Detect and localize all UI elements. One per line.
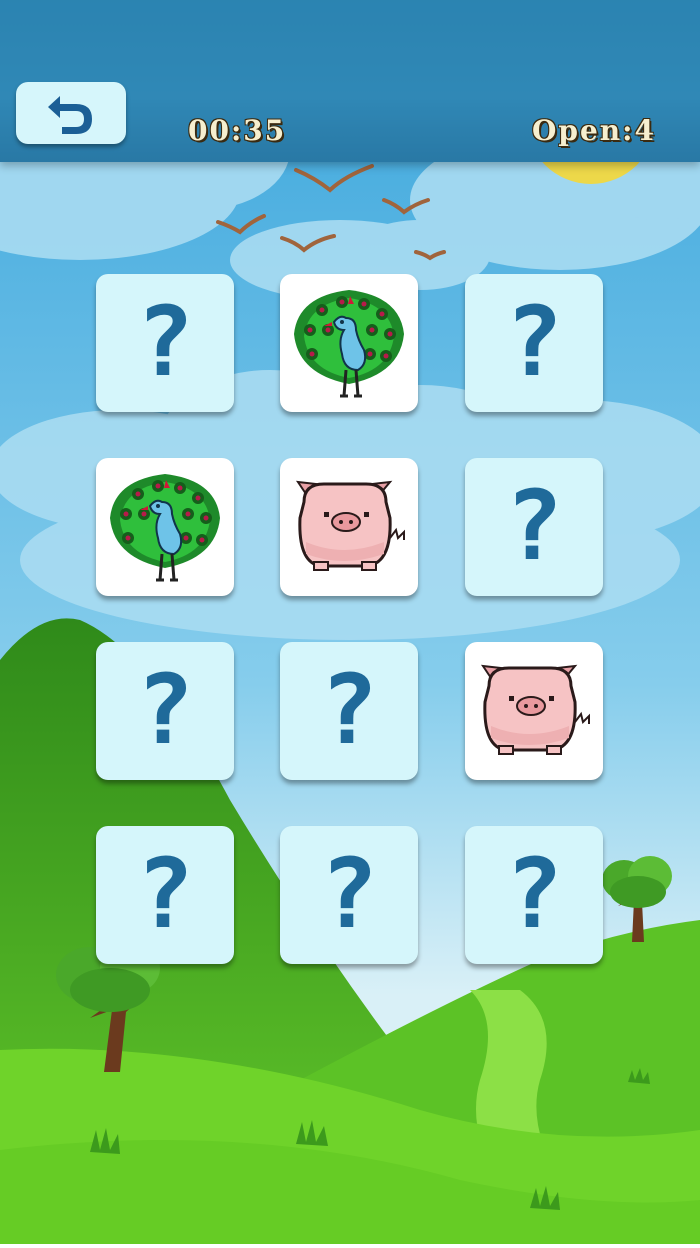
card-hidden[interactable]: ? [465,458,603,596]
timer: 00:35 [188,114,287,147]
back-button[interactable] [16,82,126,144]
background-scene [0,0,700,1244]
pig-icon [295,480,405,571]
open-counter: Open:4 [532,114,656,147]
card-peacock[interactable] [96,458,234,596]
card-hidden[interactable]: ? [465,826,603,964]
card-hidden[interactable]: ? [96,642,234,780]
card-hidden[interactable]: ? [280,642,418,780]
card-pig[interactable] [280,458,418,596]
question-mark: ? [320,654,378,766]
card-hidden[interactable]: ? [465,274,603,412]
card-hidden[interactable]: ? [96,274,234,412]
question-mark: ? [136,286,194,398]
pig-icon [480,664,590,755]
question-mark: ? [505,838,563,950]
landscape-illustration [0,0,700,1244]
card-hidden[interactable]: ? [280,826,418,964]
question-mark: ? [505,286,563,398]
card-hidden[interactable]: ? [96,826,234,964]
question-mark: ? [136,654,194,766]
peacock-icon [294,290,404,398]
question-mark: ? [505,470,563,582]
question-mark: ? [320,838,378,950]
undo-arrow-icon [48,96,92,134]
question-mark: ? [136,838,194,950]
card-peacock[interactable] [280,274,418,412]
card-pig[interactable] [465,642,603,780]
peacock-icon [110,474,220,582]
